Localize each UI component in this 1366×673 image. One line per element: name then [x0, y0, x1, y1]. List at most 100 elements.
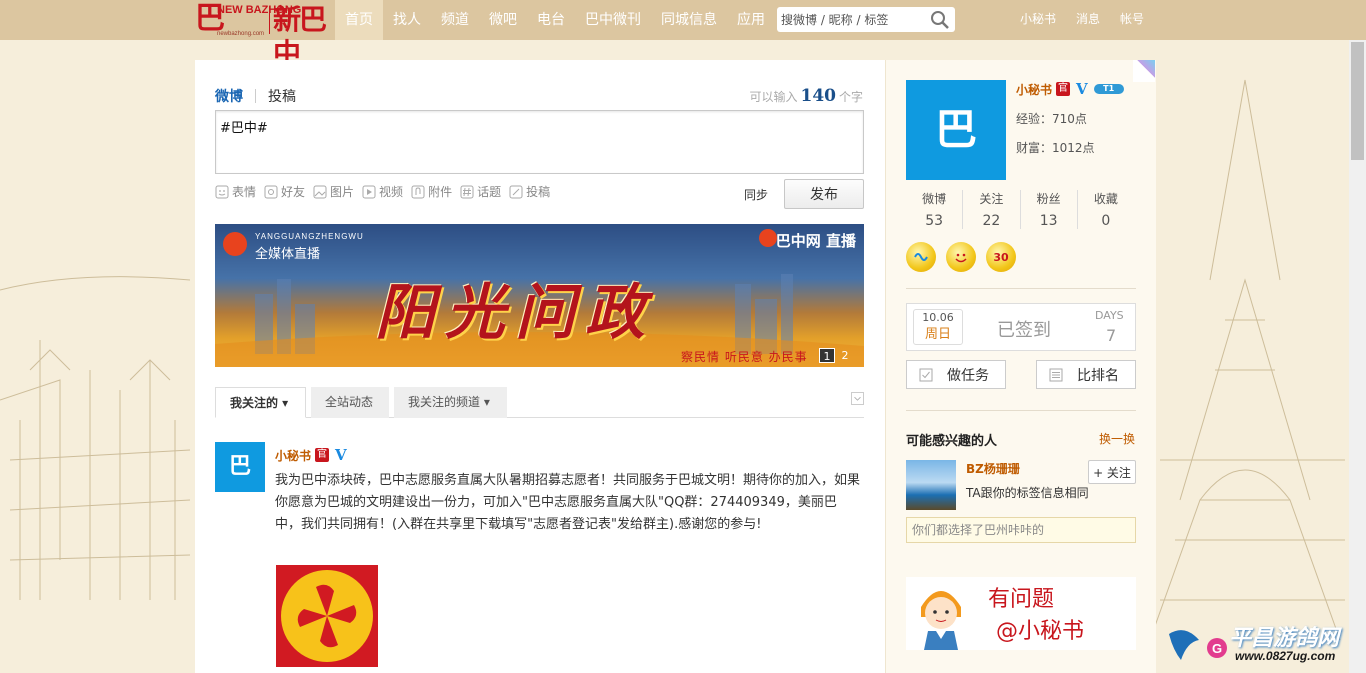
checkin-days: 7	[1106, 326, 1117, 345]
tab-weibo[interactable]: 微博	[215, 86, 243, 106]
tab-all-activity[interactable]: 全站动态	[311, 387, 389, 418]
counter-suffix: 个字	[838, 90, 863, 104]
medal-wave-icon	[914, 253, 928, 261]
help-banner[interactable]: 有问题 @小秘书	[906, 577, 1136, 650]
banner-page-2[interactable]: 2	[837, 348, 853, 363]
feed-tabs: 我关注的 ▾ 全站动态 我关注的频道 ▾	[215, 387, 864, 418]
profile-avatar[interactable]: 巴	[906, 80, 1006, 180]
main-column: 微博 投稿 可以输入140个字 表情 好友 图片 视频 附件 话题	[195, 60, 885, 673]
recommend-name[interactable]: BZ杨珊珊	[966, 460, 1020, 477]
nav-secretary[interactable]: 小秘书	[1010, 0, 1066, 40]
medal-icon[interactable]: 30	[986, 242, 1016, 272]
post-image[interactable]	[276, 565, 378, 667]
search-icon[interactable]	[929, 9, 951, 30]
smiley-icon	[955, 253, 967, 263]
nav-weiba[interactable]: 微吧	[479, 0, 527, 40]
nav-account[interactable]: 帐号	[1110, 0, 1154, 40]
medal-list: 30	[906, 242, 1026, 272]
watermark-logo-icon: G	[1169, 630, 1227, 660]
post-author[interactable]: 小秘书	[275, 447, 311, 464]
tool-emoji[interactable]: 表情	[215, 183, 256, 200]
banner-tag-cn: 全媒体直播	[255, 247, 321, 262]
medal-icon[interactable]	[906, 242, 936, 272]
nav-apps[interactable]: 应用	[727, 0, 775, 40]
banner-page-1[interactable]: 1	[819, 348, 835, 363]
volunteer-logo-icon	[281, 570, 373, 662]
stat-fans[interactable]: 粉丝 13	[1021, 190, 1078, 229]
scrollbar-thumb[interactable]	[1351, 42, 1364, 160]
follow-button[interactable]: + 关注	[1088, 460, 1136, 484]
page-scrollbar[interactable]	[1349, 40, 1366, 673]
counter-number: 140	[800, 86, 836, 106]
site-logo[interactable]: 巴 NEW BAZHONG newbazhong.com 新巴中	[195, 0, 335, 71]
chevron-down-icon[interactable]	[851, 392, 864, 405]
divider	[906, 410, 1136, 411]
calendar-icon: 10.06 周日	[913, 309, 963, 345]
profile-money: 财富：1012点	[1016, 141, 1095, 155]
banner-live-label: 巴中网 直播	[775, 232, 856, 250]
nav-messages[interactable]: 消息	[1066, 0, 1110, 40]
user-nav: 小秘书 消息 帐号	[1010, 0, 1154, 40]
tab-divider	[255, 89, 256, 103]
nav-radio[interactable]: 电台	[527, 0, 575, 40]
stat-weibo[interactable]: 微博 53	[906, 190, 964, 229]
search-input[interactable]	[781, 10, 926, 29]
search-box	[777, 7, 955, 32]
checkin-box[interactable]: 10.06 周日 已签到 DAYS 7	[906, 303, 1136, 351]
tool-attachment-label: 附件	[428, 185, 453, 199]
banner-pager: 1 2	[819, 348, 855, 363]
help-line1: 有问题	[988, 587, 1055, 612]
page-fold-icon	[1133, 60, 1155, 82]
promo-banner[interactable]: YANGGUANGZHENGWU 全媒体直播 巴中网 直播 阳光问政 察民情 听…	[215, 224, 864, 367]
medal-icon[interactable]	[946, 242, 976, 272]
ranking-label: 比排名	[1077, 367, 1119, 384]
recommend-desc: TA跟你的标签信息相同	[966, 486, 1089, 500]
tool-attachment[interactable]: 附件	[411, 183, 452, 200]
nav-home[interactable]: 首页	[335, 0, 383, 40]
tool-topic[interactable]: 话题	[460, 183, 501, 200]
tab-tougao[interactable]: 投稿	[268, 86, 296, 106]
logo-divider	[269, 6, 270, 34]
banner-tag-en: YANGGUANGZHENGWU	[255, 232, 364, 241]
stat-following[interactable]: 关注 22	[963, 190, 1021, 229]
banner-headline: 阳光问政	[375, 278, 655, 348]
tool-friends[interactable]: 好友	[264, 183, 305, 200]
tool-tougao[interactable]: 投稿	[509, 183, 550, 200]
recommend-user: BZ杨珊珊 TA跟你的标签信息相同 + 关注	[906, 460, 1136, 512]
post-avatar[interactable]: 巴	[215, 442, 265, 492]
do-task-button[interactable]: 做任务	[906, 360, 1006, 389]
list-icon	[1049, 368, 1063, 381]
ranking-button[interactable]: 比排名	[1036, 360, 1136, 389]
nav-channels[interactable]: 频道	[431, 0, 479, 40]
tool-video[interactable]: 视频	[362, 183, 403, 200]
stat-value: 53	[925, 213, 944, 229]
profile-verified-badge: V	[1076, 80, 1088, 98]
verified-badge: V	[335, 446, 347, 464]
stat-favorites[interactable]: 收藏 0	[1078, 190, 1134, 229]
recommend-avatar[interactable]	[906, 460, 956, 510]
publish-button[interactable]: 发布	[784, 179, 864, 209]
main-nav: 首页 找人 频道 微吧 电台 巴中微刊 同城信息 应用	[335, 0, 775, 40]
tool-image[interactable]: 图片	[313, 183, 354, 200]
stat-value: 22	[982, 213, 1001, 229]
nav-find-people[interactable]: 找人	[383, 0, 431, 40]
stat-label: 收藏	[1093, 192, 1118, 206]
emoji-icon	[215, 185, 229, 198]
sync-toggle[interactable]: 同步	[744, 186, 768, 203]
video-icon	[362, 185, 376, 198]
tab-my-follows[interactable]: 我关注的 ▾	[215, 387, 306, 418]
tool-video-label: 视频	[379, 185, 404, 199]
at-friend-icon	[264, 185, 278, 198]
tab-my-channels[interactable]: 我关注的频道 ▾	[394, 387, 507, 418]
compose-textarea[interactable]	[215, 110, 864, 174]
logo-sub: newbazhong.com	[217, 31, 265, 37]
nav-weikan[interactable]: 巴中微刊	[575, 0, 651, 40]
official-badge: 官	[315, 448, 330, 462]
site-watermark: G 平昌游鸽网 www.0827ug.com	[1165, 620, 1355, 670]
char-counter: 可以输入 140 个字	[749, 86, 863, 106]
publish-tabs: 微博 投稿	[215, 86, 296, 106]
recommend-refresh-link[interactable]: 换一换	[1099, 430, 1135, 447]
profile-name[interactable]: 小秘书	[1016, 81, 1052, 98]
banner-slogan: 察民情 听民意 办民事	[681, 350, 808, 364]
nav-local-info[interactable]: 同城信息	[651, 0, 727, 40]
